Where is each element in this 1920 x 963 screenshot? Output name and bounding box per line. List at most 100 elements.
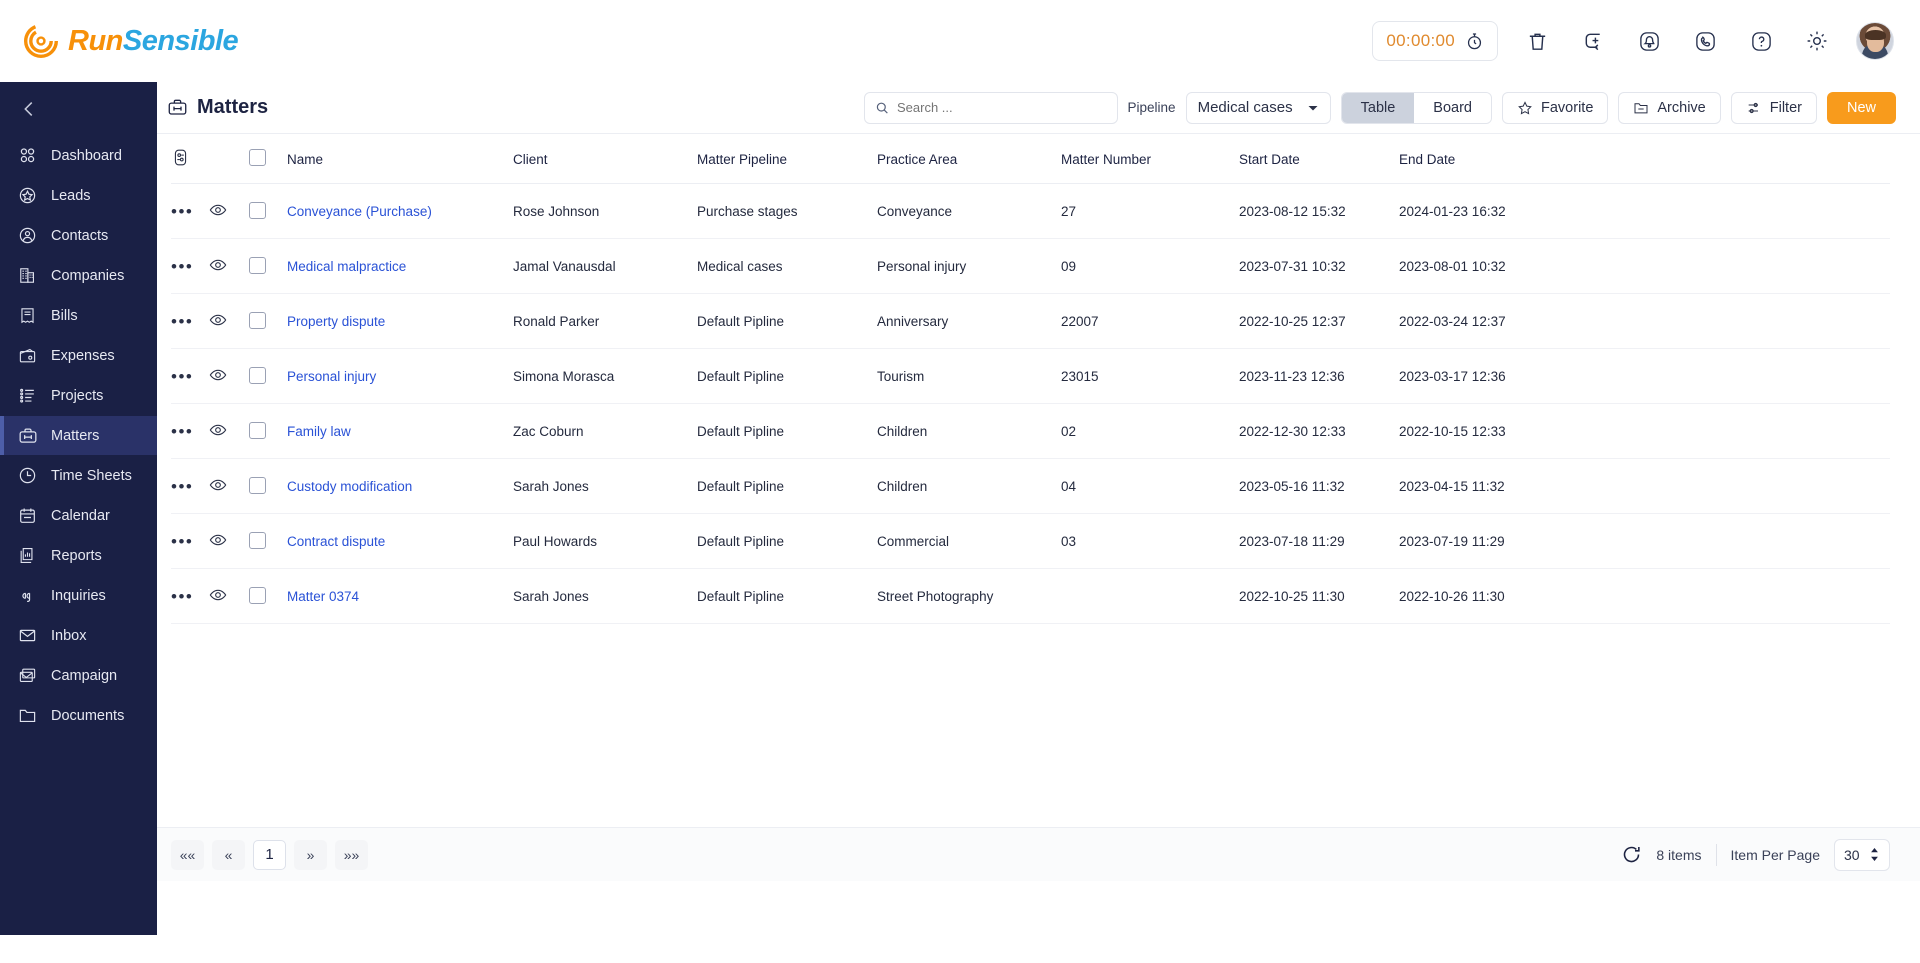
sidebar-item-dashboard[interactable]: Dashboard (0, 136, 157, 175)
sidebar-item-campaign[interactable]: Campaign (0, 656, 157, 695)
pagination-prev[interactable]: « (212, 839, 245, 870)
table-row[interactable]: ••• Custody modification Sarah Jones Defaul… (171, 458, 1890, 514)
sidebar-item-calendar[interactable]: Calendar (0, 496, 157, 535)
table-row[interactable]: ••• Medical malpractice Jamal Vanausdal Med… (171, 238, 1890, 294)
sidebar-item-reports[interactable]: Reports (0, 536, 157, 575)
add-note-icon[interactable] (1576, 24, 1610, 58)
sidebar-item-bills[interactable]: Bills (0, 296, 157, 335)
row-more-actions-icon[interactable]: ••• (171, 477, 193, 496)
sidebar-item-label: Bills (51, 307, 78, 324)
items-per-page-select[interactable]: 30 (1834, 838, 1890, 871)
pagination-next[interactable]: » (294, 839, 327, 870)
eye-icon[interactable] (209, 531, 227, 549)
search-box[interactable] (863, 91, 1118, 124)
row-more-actions-icon[interactable]: ••• (171, 367, 193, 386)
eye-icon[interactable] (209, 311, 227, 329)
help-icon[interactable] (1744, 24, 1778, 58)
timer-widget[interactable]: 00:00:00 (1372, 21, 1498, 61)
sidebar-item-inbox[interactable]: Inbox (0, 616, 157, 655)
row-checkbox[interactable] (249, 366, 266, 384)
tab-table[interactable]: Table (1341, 92, 1415, 123)
row-checkbox[interactable] (249, 421, 266, 439)
favorite-button[interactable]: Favorite (1502, 91, 1609, 124)
matter-name-link[interactable]: Personal injury (287, 369, 376, 384)
trash-icon[interactable] (1520, 24, 1554, 58)
row-more-actions-icon[interactable]: ••• (171, 422, 193, 441)
refresh-icon[interactable] (1621, 844, 1642, 865)
pagination-first[interactable]: «« (171, 839, 204, 870)
row-more-actions-icon[interactable]: ••• (171, 532, 193, 551)
cell-matter-pipeline: Default Pipline (697, 403, 877, 459)
eye-icon[interactable] (209, 421, 227, 439)
table-footer: «« « 1 » »» 8 items Item Per Page 30 (157, 827, 1920, 881)
table-row[interactable]: ••• Family law Zac Coburn Default Pipline Ch… (171, 403, 1890, 459)
column-settings-icon[interactable] (171, 148, 190, 167)
table-row[interactable]: ••• Property dispute Ronald Parker Default … (171, 293, 1890, 349)
matter-name-link[interactable]: Medical malpractice (287, 259, 406, 274)
phone-icon[interactable] (1688, 24, 1722, 58)
sidebar-item-time-sheets[interactable]: Time Sheets (0, 456, 157, 495)
matter-name-link[interactable]: Family law (287, 424, 351, 439)
table-row[interactable]: ••• Conveyance (Purchase) Rose Johnson Purc… (171, 183, 1890, 239)
column-header-start-date[interactable]: Start Date (1239, 134, 1399, 184)
table-row[interactable]: ••• Matter 0374 Sarah Jones Default Pipline… (171, 568, 1890, 624)
matter-name-link[interactable]: Contract dispute (287, 534, 385, 549)
cell-client: Zac Coburn (513, 403, 697, 459)
row-checkbox[interactable] (249, 311, 266, 329)
eye-icon[interactable] (209, 256, 227, 274)
eye-icon[interactable] (209, 366, 227, 384)
cell-matter-pipeline: Default Pipline (697, 568, 877, 624)
table-row[interactable]: ••• Contract dispute Paul Howards Default P… (171, 513, 1890, 569)
row-checkbox[interactable] (249, 531, 266, 549)
sidebar-collapse-button[interactable] (0, 82, 157, 136)
sidebar-item-companies[interactable]: Companies (0, 256, 157, 295)
row-checkbox[interactable] (249, 256, 266, 274)
select-all-checkbox[interactable] (249, 149, 266, 166)
sidebar-item-expenses[interactable]: Expenses (0, 336, 157, 375)
matter-name-link[interactable]: Custody modification (287, 479, 412, 494)
new-button[interactable]: New (1826, 91, 1896, 124)
filter-button[interactable]: Filter (1730, 91, 1817, 124)
row-more-actions-icon[interactable]: ••• (171, 202, 193, 221)
column-header-matter-pipeline[interactable]: Matter Pipeline (697, 134, 877, 184)
pagination-last[interactable]: »» (335, 839, 368, 870)
cell-matter-number: 23015 (1061, 348, 1239, 404)
matter-name-link[interactable]: Matter 0374 (287, 589, 359, 604)
sidebar-item-leads[interactable]: Leads (0, 176, 157, 215)
brand-logo[interactable]: RunSensible (24, 24, 239, 58)
column-header-practice-area[interactable]: Practice Area (877, 134, 1061, 184)
row-more-actions-icon[interactable]: ••• (171, 257, 193, 276)
eye-icon[interactable] (209, 586, 227, 604)
bell-icon[interactable] (1632, 24, 1666, 58)
row-more-actions-icon[interactable]: ••• (171, 587, 193, 606)
row-select-cell (249, 348, 287, 404)
sidebar-item-documents[interactable]: Documents (0, 696, 157, 735)
matter-name-link[interactable]: Property dispute (287, 314, 385, 329)
row-checkbox[interactable] (249, 201, 266, 219)
sidebar-item-projects[interactable]: Projects (0, 376, 157, 415)
cell-end-date: 2022-10-26 11:30 (1399, 568, 1890, 624)
sidebar-item-inquiries[interactable]: Inquiries (0, 576, 157, 615)
eye-icon[interactable] (209, 476, 227, 494)
tab-board[interactable]: Board (1414, 92, 1491, 123)
gear-icon[interactable] (1800, 24, 1834, 58)
pagination-current-page[interactable]: 1 (253, 839, 286, 870)
sidebar: Dashboard Leads Contacts Companies Bills… (0, 82, 157, 963)
archive-button[interactable]: Archive (1618, 91, 1721, 124)
sidebar-item-matters[interactable]: Matters (0, 416, 157, 455)
row-checkbox[interactable] (249, 586, 266, 604)
column-header-name[interactable]: Name (287, 134, 513, 184)
column-header-end-date[interactable]: End Date (1399, 134, 1890, 184)
avatar[interactable] (1856, 22, 1894, 60)
column-header-client[interactable]: Client (513, 134, 697, 184)
table-row[interactable]: ••• Personal injury Simona Morasca Default … (171, 348, 1890, 404)
sidebar-item-contacts[interactable]: Contacts (0, 216, 157, 255)
column-header-matter-number[interactable]: Matter Number (1061, 134, 1239, 184)
search-input[interactable] (896, 100, 1107, 115)
row-more-actions-icon[interactable]: ••• (171, 312, 193, 331)
pipeline-select[interactable]: Medical cases (1185, 91, 1331, 124)
matter-name-link[interactable]: Conveyance (Purchase) (287, 204, 432, 219)
eye-icon[interactable] (209, 201, 227, 219)
cell-matter-pipeline: Default Pipline (697, 348, 877, 404)
row-checkbox[interactable] (249, 476, 266, 494)
